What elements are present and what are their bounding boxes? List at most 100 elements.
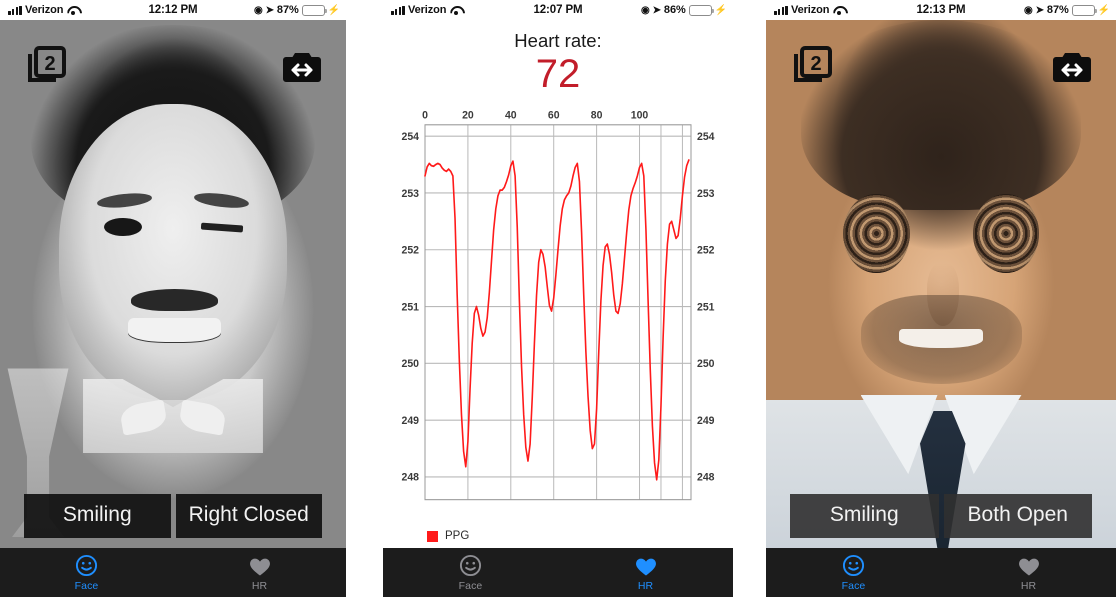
phone-screen-heart-rate: Verizon 12:07 PM ◉ ➤ 86% ⚡ Heart rate: 7… <box>383 0 733 597</box>
tab-hr[interactable]: HR <box>173 548 346 597</box>
panel-gap <box>733 0 766 597</box>
face-count-badge-icon: 2 <box>26 46 66 86</box>
x-tick-label: 20 <box>462 109 474 122</box>
status-bar-left: Verizon <box>391 4 462 16</box>
phone-screen-face-right: Verizon 12:13 PM ◉ ➤ 87% ⚡ 2 Smiling Bot… <box>766 0 1116 597</box>
battery-icon <box>301 4 328 16</box>
status-bar-right: ◉ ➤ 86% ⚡ <box>641 4 727 16</box>
x-tick-label: 40 <box>505 109 517 122</box>
y-tick-label-left: 253 <box>401 188 419 201</box>
y-tick-label-right: 254 <box>697 131 715 144</box>
x-tick-label: 100 <box>631 109 649 122</box>
heart-rate-title: Heart rate: <box>514 30 602 51</box>
chart-plot-frame <box>424 124 692 501</box>
y-tick-label-left: 252 <box>401 245 419 258</box>
legend-label-ppg: PPG <box>445 530 470 542</box>
status-bar: Verizon 12:12 PM ◉ ➤ 87% ⚡ <box>0 0 346 20</box>
y-tick-label-right: 250 <box>697 358 715 371</box>
wifi-icon <box>66 5 79 15</box>
location-arrow-icon: ➤ <box>265 4 274 16</box>
wifi-icon <box>832 5 845 15</box>
x-tick-label: 60 <box>548 109 560 122</box>
camera-flip-icon[interactable] <box>1050 50 1094 84</box>
battery-icon <box>1071 4 1098 16</box>
camera-preview: 2 Smiling Right Closed <box>0 20 346 548</box>
tab-hr[interactable]: HR <box>941 548 1116 597</box>
eye-state-label-chip: Both Open <box>943 494 1092 538</box>
lightning-bolt-icon: ⚡ <box>714 4 727 16</box>
y-tick-label-right: 252 <box>697 245 715 258</box>
ppg-series-line <box>424 159 690 482</box>
tab-face-label: Face <box>74 579 99 592</box>
status-bar-left: Verizon <box>8 4 79 16</box>
y-tick-label-left: 254 <box>401 131 419 144</box>
lightning-bolt-icon: ⚡ <box>1097 4 1110 16</box>
status-bar-right: ◉ ➤ 87% ⚡ <box>1024 4 1110 16</box>
x-tick-label: 80 <box>591 109 603 122</box>
tab-face-label: Face <box>458 579 483 592</box>
status-bar: Verizon 12:13 PM ◉ ➤ 87% ⚡ <box>766 0 1116 20</box>
y-tick-label-right: 248 <box>697 472 715 485</box>
y-tick-label-left: 248 <box>401 472 419 485</box>
alarm-clock-icon: ◉ <box>1024 4 1033 16</box>
alarm-clock-icon: ◉ <box>254 4 263 16</box>
heart-icon <box>1017 554 1041 578</box>
battery-percent-label: 87% <box>276 4 299 16</box>
tab-hr-label: HR <box>251 579 268 592</box>
status-bar: Verizon 12:07 PM ◉ ➤ 86% ⚡ <box>383 0 733 20</box>
tab-face[interactable]: Face <box>766 548 941 597</box>
signal-bars-icon <box>391 5 405 15</box>
chart-gridlines <box>424 125 691 501</box>
panel-gap <box>346 0 383 597</box>
y-tick-label-right: 251 <box>697 301 715 314</box>
tab-face[interactable]: Face <box>0 548 173 597</box>
screenshot-root: Verizon 12:12 PM ◉ ➤ 87% ⚡ 2 Smiling Rig… <box>0 0 1116 597</box>
camera-flip-icon[interactable] <box>280 50 324 84</box>
tab-hr-label: HR <box>1020 579 1037 592</box>
location-arrow-icon: ➤ <box>652 4 661 16</box>
expression-label-chip: Smiling <box>24 494 171 538</box>
chart-x-axis: 0 20 40 60 80 100 <box>422 109 648 122</box>
spiral-eye-effect-left <box>843 194 910 274</box>
chart-y-axis: 248 248 249 249 250 250 251 251 252 252 253 253 254 2… <box>401 131 715 484</box>
face-label-row: Smiling Both Open <box>790 494 1092 538</box>
lightning-bolt-icon: ⚡ <box>327 4 340 16</box>
tab-hr[interactable]: HR <box>558 548 733 597</box>
camera-photo-monochrome <box>0 20 346 548</box>
ppg-chart: 0 20 40 60 80 100 248 248 249 249 250 250 251 251 252… <box>383 103 733 548</box>
spiral-eye-effect-right <box>972 194 1039 274</box>
y-tick-label-left: 249 <box>401 415 419 428</box>
signal-bars-icon <box>774 5 788 15</box>
x-tick-label: 0 <box>422 109 428 122</box>
battery-icon <box>688 4 715 16</box>
eye-state-label-chip: Right Closed <box>175 494 322 538</box>
smiley-face-icon <box>75 554 98 578</box>
heart-icon <box>634 554 658 578</box>
ppg-chart-svg: 0 20 40 60 80 100 248 248 249 249 250 250 251 251 252… <box>401 109 715 501</box>
tab-bar: Face HR <box>766 548 1116 597</box>
location-arrow-icon: ➤ <box>1035 4 1044 16</box>
smiley-face-icon <box>459 554 482 578</box>
tab-face-label: Face <box>841 579 866 592</box>
battery-percent-label: 87% <box>1046 4 1069 16</box>
face-label-row: Smiling Right Closed <box>24 494 322 538</box>
status-bar-left: Verizon <box>774 4 845 16</box>
tab-hr-label: HR <box>637 579 654 592</box>
face-count-badge-icon: 2 <box>792 46 832 86</box>
battery-percent-label: 86% <box>663 4 686 16</box>
smiley-face-icon <box>842 554 865 578</box>
y-tick-label-left: 251 <box>401 301 419 314</box>
wifi-icon <box>449 5 462 15</box>
heart-rate-panel: Heart rate: 72 0 20 40 60 80 100 248 248 249 249… <box>383 20 733 548</box>
tab-bar: Face HR <box>383 548 733 597</box>
chart-legend: PPG <box>427 530 469 542</box>
carrier-label: Verizon <box>407 4 447 16</box>
y-tick-label-right: 249 <box>697 415 715 428</box>
tab-face[interactable]: Face <box>383 548 558 597</box>
carrier-label: Verizon <box>790 4 830 16</box>
face-count-value: 2 <box>44 53 55 75</box>
heart-rate-value: 72 <box>535 52 581 96</box>
camera-photo-color <box>766 20 1116 548</box>
camera-preview: 2 Smiling Both Open <box>766 20 1116 548</box>
status-bar-right: ◉ ➤ 87% ⚡ <box>254 4 340 16</box>
